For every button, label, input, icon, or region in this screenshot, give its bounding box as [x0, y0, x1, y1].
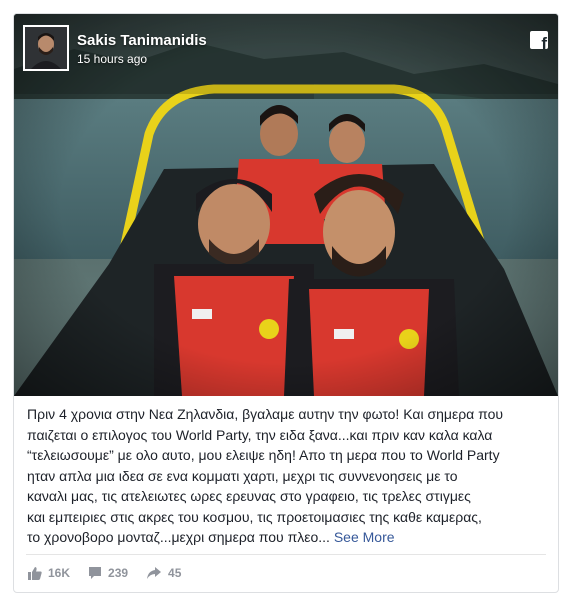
facebook-post-card: Sakis Tanimanidis 15 hours ago f Πριν 4 …: [13, 13, 559, 593]
post-photo[interactable]: Sakis Tanimanidis 15 hours ago f: [14, 14, 558, 396]
see-more-link[interactable]: See More: [334, 529, 395, 545]
post-text-line: το χρονοβορο μονταζ...μεχρι σημερα που π…: [27, 529, 330, 545]
facebook-icon[interactable]: f: [530, 31, 548, 49]
post-text-line: “τελειωσουμε” με ολο αυτο, μου ελειψε ηδ…: [27, 447, 500, 463]
engagement-stats: 16K 239 45: [28, 564, 199, 582]
like-icon: [28, 567, 42, 580]
post-text: Πριν 4 χρονια στην Νεα Ζηλανδια, βγαλαμε…: [27, 404, 547, 548]
author-name[interactable]: Sakis Tanimanidis: [77, 32, 207, 49]
post-text-line: καναλι μας, τις ατελειωτες ωρες ερευνας …: [27, 488, 471, 504]
avatar[interactable]: [23, 25, 69, 71]
post-text-line: ηταν απλα μια ιδεα σε ενα κομματι χαρτι,…: [27, 467, 458, 484]
comment-count-value: 239: [108, 566, 129, 580]
share-count[interactable]: 45: [146, 566, 181, 580]
like-count[interactable]: 16K: [28, 566, 70, 580]
post-text-line: παιζεται ο επιλογος του World Party, την…: [27, 426, 493, 443]
divider: [26, 554, 546, 555]
like-count-value: 16K: [48, 566, 71, 580]
photo-scene: [14, 14, 558, 396]
share-icon: [147, 567, 162, 579]
post-text-last-line: το χρονοβορο μονταζ...μεχρι σημερα που π…: [27, 527, 547, 548]
comment-count[interactable]: 239: [88, 566, 128, 580]
post-text-line: Πριν 4 χρονια στην Νεα Ζηλανδια, βγαλαμε…: [27, 406, 504, 422]
post-text-line: και εμπειριες στις ακρες του κοσμου, τις…: [27, 508, 482, 525]
avatar-image: [25, 27, 67, 69]
comment-icon: [89, 567, 102, 579]
post-timestamp[interactable]: 15 hours ago: [77, 52, 147, 66]
share-count-value: 45: [168, 566, 182, 580]
